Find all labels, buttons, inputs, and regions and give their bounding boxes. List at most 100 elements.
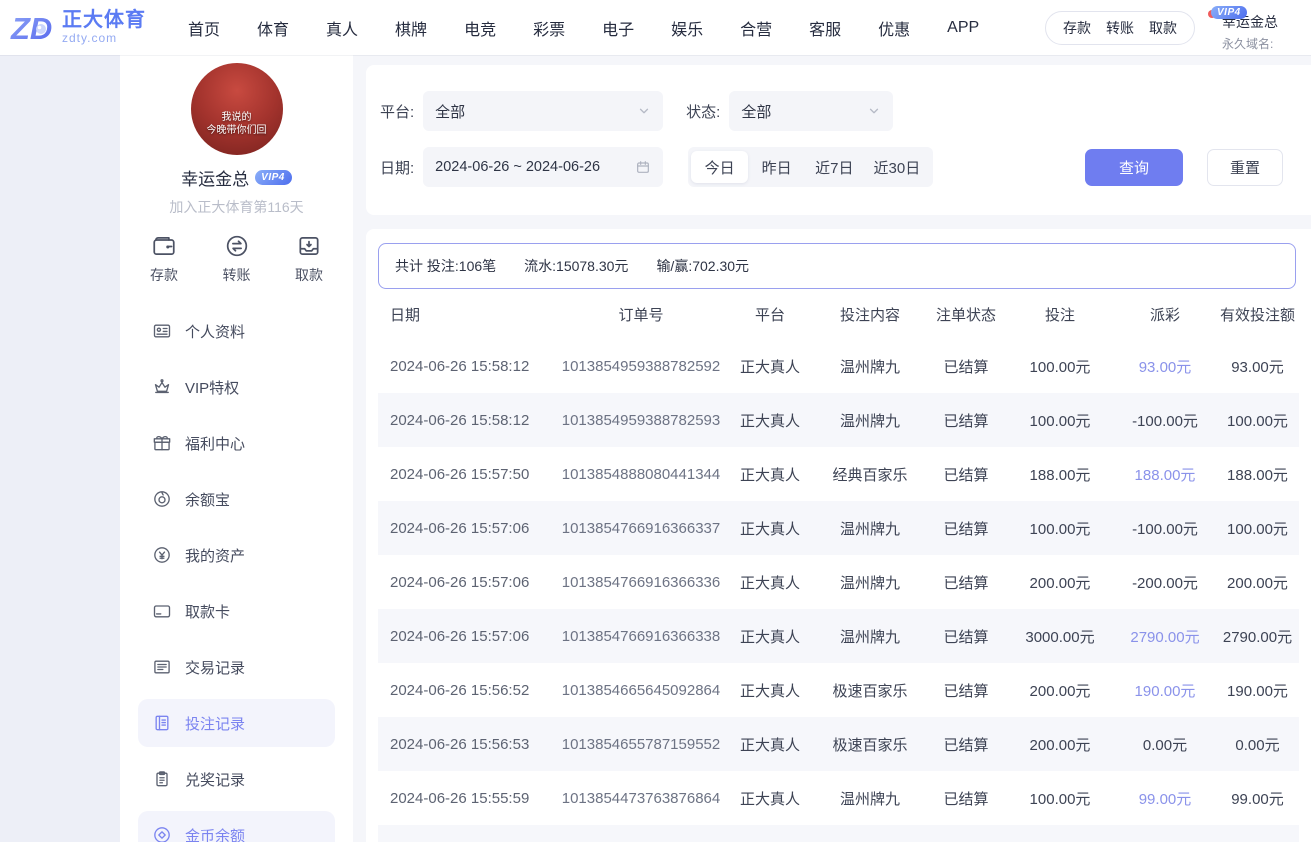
nav-item-promo[interactable]: 优惠: [878, 16, 910, 40]
range-last7-button[interactable]: 近7日: [805, 151, 863, 183]
nav-item-app[interactable]: APP: [947, 19, 979, 37]
cell-date: 2024-06-26 15:57:50: [378, 466, 556, 483]
cell-date: 2024-06-26 15:57:06: [378, 628, 556, 645]
summary-turnover: 流水:15078.30元: [524, 256, 628, 276]
wallet-actions-pill: 存款转账取款: [1045, 11, 1195, 45]
cell-platform: 正大真人: [726, 572, 814, 593]
main-content: 平台: 全部 状态: 全部: [353, 55, 1311, 842]
cell-status: 已结算: [926, 734, 1006, 755]
nav-item-slots[interactable]: 电子: [602, 16, 634, 40]
table-header-row: 日期订单号平台投注内容注单状态投注派彩有效投注额: [378, 289, 1299, 339]
cell-payout: 93.00元: [1114, 356, 1216, 377]
sidebar-item-redeem-records[interactable]: 兑奖记录: [138, 755, 335, 803]
sidebar-item-profile[interactable]: 个人资料: [138, 307, 335, 355]
cell-valid: 190.00元: [1216, 680, 1299, 701]
table-row: 2024-06-26 15:57:061013854766916366336正大…: [378, 555, 1299, 609]
vip-badge: VIP4: [255, 170, 292, 185]
cell-payout: 188.00元: [1114, 464, 1216, 485]
table-row: 2024-06-26 15:58:121013854959388782593正大…: [378, 393, 1299, 447]
quick-action-transfer[interactable]: 转账: [223, 233, 251, 285]
reset-button[interactable]: 重置: [1207, 149, 1283, 186]
avatar-caption-line1: 我说的: [191, 111, 283, 125]
cell-valid: 200.00元: [1216, 572, 1299, 593]
profile-card: 我说的 今晚带你们回 幸运金总 VIP4 加入正大体育第116天: [138, 63, 335, 217]
cell-status: 已结算: [926, 518, 1006, 539]
nav-item-joint[interactable]: 合营: [740, 16, 772, 40]
wallet-withdraw-link[interactable]: 取款: [1149, 18, 1177, 38]
nav-item-entertainment[interactable]: 娱乐: [671, 16, 703, 40]
table-row: 2024-06-26 15:57:061013854766916366338正大…: [378, 609, 1299, 663]
date-range-input[interactable]: 2024-06-26 ~ 2024-06-26: [423, 147, 663, 187]
cell-valid: 0.00元: [1216, 734, 1299, 755]
cell-platform: 正大真人: [726, 734, 814, 755]
range-today-button[interactable]: 今日: [691, 151, 748, 183]
cell-bet: 200.00元: [1006, 734, 1114, 755]
status-select[interactable]: 全部: [729, 91, 893, 131]
sidebar-item-transactions[interactable]: 交易记录: [138, 643, 335, 691]
quick-action-label: 取款: [295, 265, 323, 285]
cell-status: 已结算: [926, 356, 1006, 377]
chevron-down-icon: [637, 104, 651, 118]
transaction-list-icon: [152, 657, 172, 677]
bet-records-card: 共计 投注:106笔 流水:15078.30元 输/赢:702.30元 日期订单…: [366, 229, 1311, 842]
nav-item-chess[interactable]: 棋牌: [395, 16, 427, 40]
range-yesterday-button[interactable]: 昨日: [748, 151, 805, 183]
sidebar-item-withdraw-card[interactable]: 取款卡: [138, 587, 335, 635]
cell-content: 温州牌九: [814, 626, 926, 647]
summary-bar: 共计 投注:106笔 流水:15078.30元 输/赢:702.30元: [378, 243, 1296, 289]
cell-payout: 190.00元: [1114, 680, 1216, 701]
profile-name: 幸运金总: [181, 165, 249, 190]
sidebar-item-label: VIP特权: [185, 377, 239, 398]
nav-item-service[interactable]: 客服: [809, 16, 841, 40]
cell-status: 已结算: [926, 788, 1006, 809]
wallet-deposit-link[interactable]: 存款: [1063, 18, 1091, 38]
column-header-3: 投注内容: [814, 304, 926, 325]
avatar-caption-line2: 今晚带你们回: [191, 124, 283, 138]
nav-item-home[interactable]: 首页: [188, 16, 220, 40]
nav-item-live[interactable]: 真人: [326, 16, 358, 40]
query-button[interactable]: 查询: [1085, 149, 1183, 186]
assets-icon: [152, 545, 172, 565]
avatar[interactable]: 我说的 今晚带你们回: [191, 63, 283, 155]
cell-payout: -200.00元: [1114, 572, 1216, 593]
quick-action-deposit[interactable]: 存款: [150, 233, 178, 285]
cell-status: 已结算: [926, 410, 1006, 431]
quick-action-label: 转账: [223, 265, 251, 285]
cell-date: 2024-06-26 15:55:59: [378, 790, 556, 807]
vip-badge: VIP4: [1211, 6, 1247, 19]
cell-order_no: 1013854959388782593: [556, 412, 726, 429]
summary-total-bets: 共计 投注:106笔: [395, 256, 496, 276]
withdraw-icon: [296, 233, 322, 259]
sidebar-item-coin-balance[interactable]: 金币余额: [138, 811, 335, 842]
cell-content: 极速百家乐: [814, 734, 926, 755]
wallet-transfer-link[interactable]: 转账: [1106, 18, 1134, 38]
cell-payout: 99.00元: [1114, 788, 1216, 809]
nav-item-esports[interactable]: 电竞: [464, 16, 496, 40]
table-row: 2024-06-26 15:55:591013854473763876864正大…: [378, 771, 1299, 825]
cell-valid: 100.00元: [1216, 410, 1299, 431]
topbar-user[interactable]: VIP4 幸运金总 永久域名:: [1215, 4, 1311, 52]
cell-bet: 188.00元: [1006, 464, 1114, 485]
brand-logo[interactable]: ZD 正大体育 zdty.com: [10, 8, 188, 48]
cell-date: 2024-06-26 15:57:06: [378, 574, 556, 591]
cell-platform: 正大真人: [726, 788, 814, 809]
gold-balance-icon: [152, 825, 172, 842]
nav-item-lottery[interactable]: 彩票: [533, 16, 565, 40]
sidebar-item-bet-records[interactable]: 投注记录: [138, 699, 335, 747]
sidebar-item-assets[interactable]: 我的资产: [138, 531, 335, 579]
sidebar-item-label: 福利中心: [185, 433, 245, 454]
platform-select[interactable]: 全部: [423, 91, 663, 131]
gift-icon: [152, 433, 172, 453]
top-navigation: 首页 体育 真人 棋牌 电竞 彩票 电子 娱乐 合营 客服 优惠 APP: [188, 16, 979, 40]
sidebar-item-welfare[interactable]: 福利中心: [138, 419, 335, 467]
sidebar-item-yuebao[interactable]: 余额宝: [138, 475, 335, 523]
sidebar-item-vip[interactable]: VIP特权: [138, 363, 335, 411]
range-last30-button[interactable]: 近30日: [864, 151, 931, 183]
sidebar-item-label: 个人资料: [185, 321, 245, 342]
cell-date: 2024-06-26 15:57:06: [378, 520, 556, 537]
topbar-right: 存款转账取款 VIP4 幸运金总 永久域名:: [1045, 4, 1311, 52]
brand-domain: zdty.com: [62, 31, 146, 45]
cell-bet: 3000.00元: [1006, 626, 1114, 647]
nav-item-sports[interactable]: 体育: [257, 16, 289, 40]
quick-action-withdraw[interactable]: 取款: [295, 233, 323, 285]
